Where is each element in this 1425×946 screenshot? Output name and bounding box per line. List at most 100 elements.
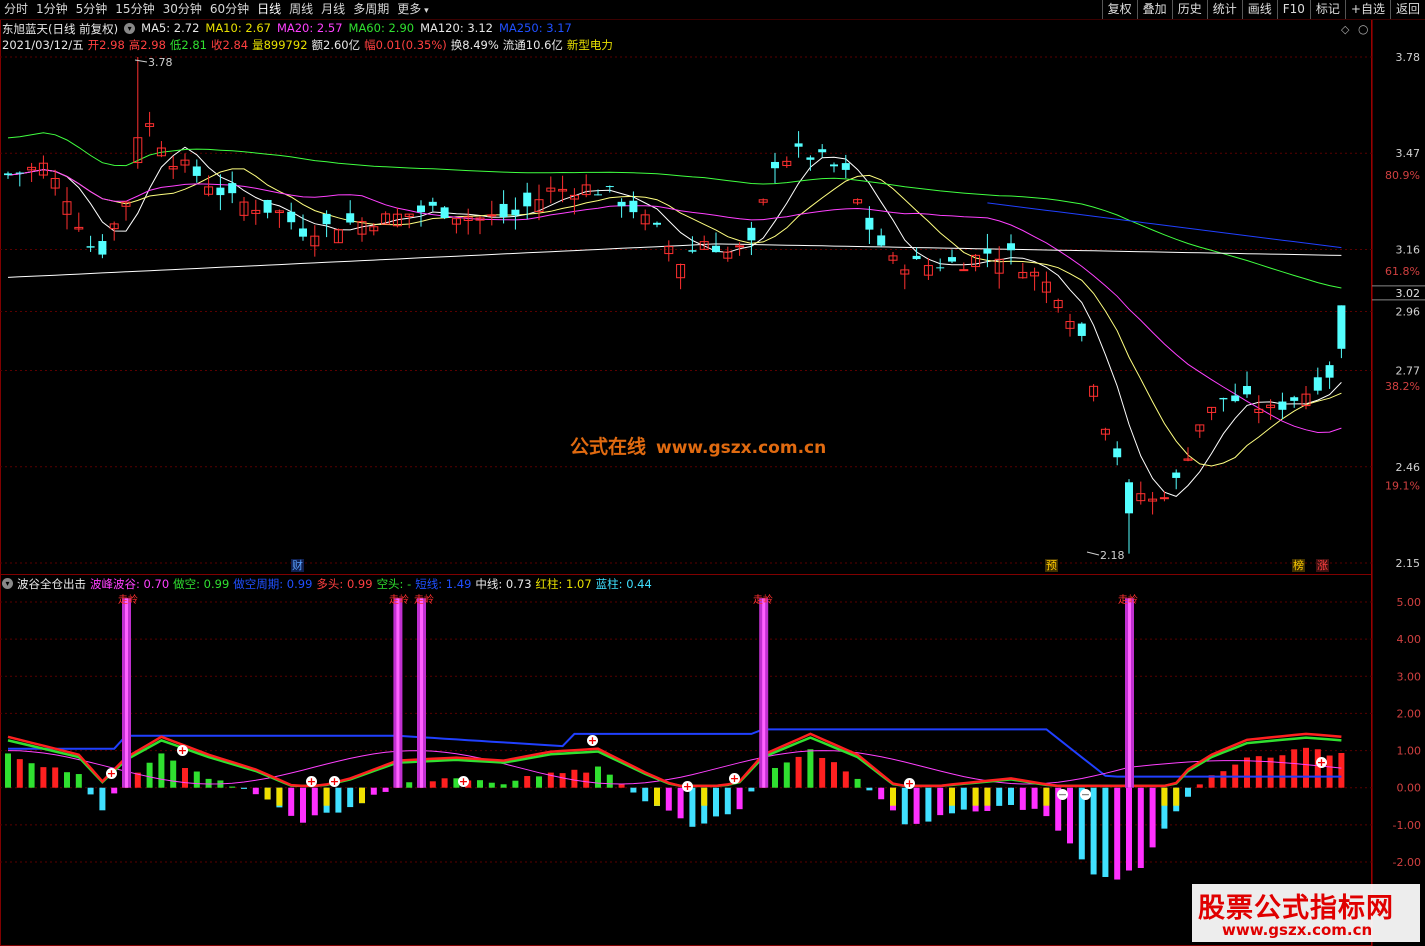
corner-watermark: 股票公式指标网 www.gszx.com.cn bbox=[1192, 884, 1420, 942]
indicator-bar bbox=[630, 787, 637, 793]
turnover-field: 换8.49% bbox=[451, 37, 499, 53]
indicator-bar bbox=[5, 753, 11, 788]
low-price-pointer bbox=[1086, 551, 1100, 556]
restore-rights-button[interactable]: 复权 bbox=[1101, 0, 1137, 19]
tab-60min[interactable]: 60分钟 bbox=[206, 0, 253, 19]
indicator-bar bbox=[642, 787, 649, 802]
tab-1min[interactable]: 1分钟 bbox=[32, 0, 72, 19]
signal-label: 走岭 bbox=[389, 595, 409, 606]
indicator-bar bbox=[559, 773, 566, 788]
indicator-axis-label: 2.00 bbox=[1397, 707, 1422, 720]
limit-up-marker[interactable]: 涨 bbox=[1316, 559, 1329, 572]
sell-signal-icon: − bbox=[1057, 788, 1068, 801]
indicator-bar bbox=[1090, 787, 1097, 875]
tab-30min[interactable]: 30分钟 bbox=[159, 0, 206, 19]
indicator-bar bbox=[866, 787, 873, 791]
open-value: 2.98 bbox=[99, 38, 125, 52]
tab-15min[interactable]: 15分钟 bbox=[111, 0, 158, 19]
quote-date: 2021/03/12/五 bbox=[2, 38, 84, 52]
candle-body bbox=[688, 250, 697, 252]
candle-body bbox=[865, 217, 874, 230]
mark-button[interactable]: 标记 bbox=[1309, 0, 1345, 19]
stats-button[interactable]: 统计 bbox=[1206, 0, 1242, 19]
candle-body bbox=[523, 192, 532, 207]
draw-line-button[interactable]: 画线 bbox=[1241, 0, 1277, 19]
history-button[interactable]: 历史 bbox=[1171, 0, 1207, 19]
lanzhu-value: 蓝柱: 0.44 bbox=[595, 577, 652, 591]
tab-more[interactable]: 更多 ▾ bbox=[393, 0, 432, 19]
indicator-bar bbox=[288, 787, 295, 816]
indicator-bar bbox=[901, 787, 908, 825]
concept-tag[interactable]: 新型电力 bbox=[567, 37, 613, 53]
settings-dropdown-icon[interactable]: ▾ bbox=[124, 23, 136, 34]
indicator-bar bbox=[229, 786, 236, 788]
indicator-bar bbox=[842, 771, 849, 788]
indicator-bar bbox=[512, 780, 519, 788]
tab-5min[interactable]: 5分钟 bbox=[72, 0, 112, 19]
indicator-bar bbox=[146, 762, 153, 788]
float-field: 流通10.6亿 bbox=[503, 37, 563, 53]
corner-watermark-title: 股票公式指标网 bbox=[1198, 893, 1394, 924]
duanxian-value: 短线: 1.49 bbox=[415, 577, 472, 591]
buy-signal-icon: + bbox=[458, 775, 469, 788]
indicator-bar bbox=[28, 763, 35, 788]
volume-field: 量899792 bbox=[252, 37, 307, 53]
buy-signal-icon: + bbox=[682, 780, 693, 793]
close-pane-icon[interactable]: ○ bbox=[1358, 22, 1368, 36]
indicator-bar bbox=[1220, 771, 1227, 788]
diamond-icon[interactable]: ◇ bbox=[1341, 23, 1349, 36]
candle-body bbox=[98, 241, 107, 255]
high-label: 高 bbox=[128, 38, 141, 52]
indicator-bar bbox=[429, 781, 436, 788]
indicator-bar bbox=[347, 787, 354, 808]
indicator-bar bbox=[477, 780, 483, 788]
high-price-pointer bbox=[134, 59, 148, 63]
tab-monthly[interactable]: 月线 bbox=[317, 0, 349, 19]
back-button[interactable]: 返回 bbox=[1389, 0, 1425, 19]
candle-body bbox=[287, 211, 296, 223]
amount-field: 额2.60亿 bbox=[312, 37, 361, 53]
low-field: 低2.81 bbox=[170, 37, 207, 53]
tab-fenshi[interactable]: 分时 bbox=[0, 0, 32, 19]
indicator-bar bbox=[241, 787, 247, 789]
candle-body bbox=[617, 201, 626, 207]
candle-body bbox=[487, 214, 497, 217]
period-toolbar: 分时 1分钟 5分钟 15分钟 30分钟 60分钟 日线 周线 月线 多周期 更… bbox=[0, 0, 1425, 20]
tab-weekly[interactable]: 周线 bbox=[285, 0, 317, 19]
indicator-name[interactable]: 波谷全仓出击 bbox=[17, 576, 86, 592]
indicator-signal-spikes bbox=[122, 598, 1134, 788]
indicator-bar bbox=[583, 772, 590, 788]
overlay-button[interactable]: 叠加 bbox=[1136, 0, 1172, 19]
buy-signal-icon: + bbox=[1316, 756, 1327, 769]
ma250-value: MA250: 3.17 bbox=[498, 21, 572, 35]
indicator-bar bbox=[1338, 752, 1345, 788]
tab-multi-period[interactable]: 多周期 bbox=[349, 0, 393, 19]
indicator-dropdown-icon[interactable]: ▾ bbox=[2, 578, 13, 589]
forecast-marker[interactable]: 预 bbox=[1045, 559, 1058, 572]
indicator-bar bbox=[618, 784, 625, 788]
stock-name-text: 东旭蓝天 bbox=[2, 22, 48, 36]
stock-name[interactable]: 东旭蓝天(日线 前复权) bbox=[2, 21, 118, 37]
indicator-bar bbox=[441, 778, 448, 788]
f10-button[interactable]: F10 bbox=[1276, 0, 1310, 19]
center-watermark-url: www.gszx.com.cn bbox=[656, 438, 827, 458]
indicator-bar bbox=[252, 787, 259, 795]
finance-marker[interactable]: 财 bbox=[291, 559, 304, 572]
tab-daily[interactable]: 日线 bbox=[253, 0, 285, 19]
close-label: 收 bbox=[211, 38, 223, 52]
indicator-bar-yellow bbox=[654, 787, 660, 806]
buy-signal-icon: + bbox=[587, 734, 598, 747]
candle-body bbox=[1278, 401, 1287, 410]
indicator-axis-label: 3.00 bbox=[1397, 670, 1422, 683]
ranking-marker[interactable]: 榜 bbox=[1292, 559, 1305, 572]
indicator-bar-yellow bbox=[890, 787, 896, 806]
change-label: 幅 bbox=[364, 38, 376, 52]
indicator-axis-label: -1.00 bbox=[1393, 819, 1421, 832]
candle-body bbox=[959, 269, 969, 272]
candle-body bbox=[511, 209, 520, 216]
add-watchlist-button[interactable]: +自选 bbox=[1344, 0, 1390, 19]
price-axis-label: 3.16 bbox=[1396, 243, 1421, 256]
float-label: 流通 bbox=[502, 38, 526, 52]
price-axis-label: 2.15 bbox=[1396, 557, 1421, 570]
candle-body bbox=[912, 255, 921, 260]
